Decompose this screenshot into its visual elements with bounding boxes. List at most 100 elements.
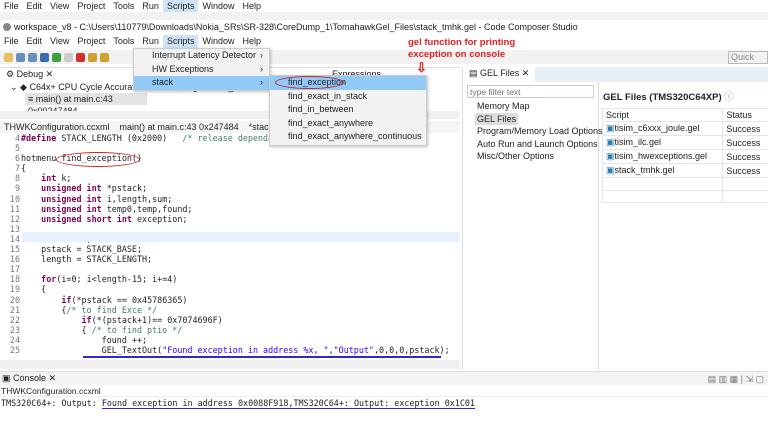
resume-icon[interactable] <box>52 52 61 62</box>
code-line: 8 int k; <box>0 173 460 183</box>
chevron-right-icon: › <box>260 50 263 60</box>
submenu-item-find-in-between[interactable]: find_in_between <box>270 103 426 117</box>
code-line: 25 GEL_TextOut("Found exception in addre… <box>0 345 460 355</box>
new-icon[interactable] <box>4 52 13 62</box>
console-view: ▣ Console ✕ ▤ ▥ ▦ | ⇲ ▢ THWKConfiguratio… <box>0 371 768 423</box>
step-into-icon[interactable] <box>88 52 97 62</box>
debug-frame-node[interactable]: ≡ main() at main.c:43 0x00247484 <box>25 93 147 116</box>
current-line-highlight <box>22 232 460 242</box>
code-token: "Found exception in address %x, " <box>162 344 329 355</box>
scripts-menu-item[interactable]: stack › <box>134 76 269 90</box>
cell-text: Success <box>726 151 761 162</box>
table-row[interactable]: ▣stack_tmhk.gel Success <box>601 163 768 178</box>
console-toolbar-icons[interactable]: ▤ ▥ ▦ | ⇲ ▢ <box>708 374 764 385</box>
line-number: 24 <box>9 334 20 345</box>
code-token: { <box>21 304 67 315</box>
menu-help[interactable]: Help <box>238 35 265 48</box>
menu-tools[interactable]: Tools <box>109 35 138 48</box>
chevron-right-icon: › <box>260 77 263 87</box>
editor-tab[interactable]: main() at main.c:43 0x247484 <box>120 121 239 133</box>
filter-input[interactable] <box>467 85 594 98</box>
line-number: 4 <box>14 133 20 143</box>
table-cell: ▣stack_tmhk.gel <box>601 163 724 178</box>
table-cell: ▣tisim_hwexceptions.gel <box>601 149 724 164</box>
table-row[interactable]: ▣tisim_ilc.gel Success <box>601 135 768 150</box>
menu-window[interactable]: Window <box>198 35 238 48</box>
code-line: 23 { /* to find ptio */ <box>0 325 460 335</box>
quick-access-input[interactable]: Quick <box>728 51 768 64</box>
table-cell: Success <box>722 135 768 150</box>
scripts-menu-item[interactable]: Interrupt Latency Detector › <box>134 49 269 63</box>
tab-debug[interactable]: ⚙ Debug ✕ <box>0 68 60 81</box>
editor-scrollbar[interactable] <box>0 360 460 369</box>
gel-tree-item[interactable]: Misc/Other Options <box>475 150 605 163</box>
step-over-icon[interactable] <box>100 52 109 62</box>
annotation-ellipse <box>56 152 140 167</box>
annotation-text: gel function for printing exception on co… <box>408 37 515 61</box>
help-icon[interactable]: ⓘ <box>724 92 734 103</box>
code-line: 12 unsigned short int exception; <box>0 214 460 224</box>
tab-console[interactable]: ▣ Console ✕ <box>0 372 768 385</box>
line-number: 22 <box>9 314 20 325</box>
gel-tree-item[interactable]: Auto Run and Launch Options <box>475 138 605 151</box>
menu-project[interactable]: Project <box>73 35 109 48</box>
table-cell <box>722 189 768 204</box>
code-token: (i=0; i<length-15; i+=4) <box>56 274 178 285</box>
code-token: unsigned int <box>41 193 102 204</box>
gel-tree-item[interactable]: Memory Map <box>475 100 605 113</box>
code-token: unsigned short int <box>41 213 132 224</box>
line-number: 17 <box>9 264 20 275</box>
gel-tree-item[interactable]: GEL Files <box>475 112 519 125</box>
table-row[interactable]: ▣tisim_hwexceptions.gel Success <box>601 149 768 164</box>
code-editor[interactable]: 4#define STACK_LENGTH (0x2000) /* releas… <box>0 133 460 355</box>
code-line: 9 unsigned int *pstack; <box>0 183 460 193</box>
submenu-item-find-exact-in-stack[interactable]: find_exact_in_stack <box>270 90 426 104</box>
column-header[interactable]: Script <box>601 108 724 122</box>
annotation-underline <box>83 356 441 358</box>
line-number: 21 <box>9 304 20 315</box>
line-number: 13 <box>9 223 20 234</box>
submenu-item-find-exact-anywhere[interactable]: find_exact_anywhere <box>270 117 426 131</box>
tab-label: GEL Files <box>480 68 520 78</box>
code-token: for <box>41 274 57 285</box>
submenu-item-find-exact-anywhere-continuous[interactable]: find_exact_anywhere_continuous <box>270 130 426 144</box>
code-token: { <box>21 163 27 174</box>
terminate-icon[interactable] <box>76 52 85 62</box>
code-token: k; <box>56 173 72 184</box>
code-line: 18 for(i=0; i<length-15; i+=4) <box>0 274 460 284</box>
menu-run[interactable]: Run <box>138 35 163 48</box>
gel-files-view: ▤ GEL Files ✕ Memory MapGEL FilesProgram… <box>462 67 768 370</box>
menu-view[interactable]: View <box>46 35 73 48</box>
main-toolbar <box>0 50 768 64</box>
table-cell: ▣tisim_c6xxx_joule.gel <box>601 121 724 136</box>
menu-file[interactable]: File <box>0 35 23 48</box>
scripts-menu: Interrupt Latency Detector › HW Exceptions… <box>133 48 270 91</box>
debug-icon[interactable] <box>40 52 49 62</box>
heading-text: GEL Files (TMS320C64XP) <box>603 92 722 103</box>
save-icon[interactable] <box>16 52 25 62</box>
code-line: 19 { <box>0 284 460 294</box>
console-prefix: TMS320C64+: Output: <box>1 398 102 408</box>
table-cell <box>601 189 724 204</box>
table-cell: Success <box>722 149 768 164</box>
line-number: 15 <box>9 244 20 255</box>
tab-gel-files[interactable]: ▤ GEL Files ✕ <box>463 67 536 82</box>
scripts-menu-item[interactable]: HW Exceptions › <box>134 63 269 77</box>
menu-item-label: stack <box>152 77 174 87</box>
suspend-icon[interactable] <box>64 52 73 62</box>
cell-text: Success <box>726 165 761 176</box>
menu-scripts[interactable]: Scripts <box>162 35 199 48</box>
save-all-icon[interactable] <box>28 52 37 62</box>
line-number: 23 <box>9 324 20 335</box>
table-row[interactable]: ▣tisim_c6xxx_joule.gel Success <box>601 121 768 136</box>
editor-tab[interactable]: THWKConfiguration.ccxml <box>4 121 110 133</box>
menu-edit[interactable]: Edit <box>23 35 47 48</box>
gel-tree-item[interactable]: Program/Memory Load Options <box>475 125 605 138</box>
code-token: pstack = STACK_BASE; <box>21 244 143 255</box>
column-header[interactable]: Status <box>722 108 768 122</box>
code-line: 17 <box>0 264 460 274</box>
